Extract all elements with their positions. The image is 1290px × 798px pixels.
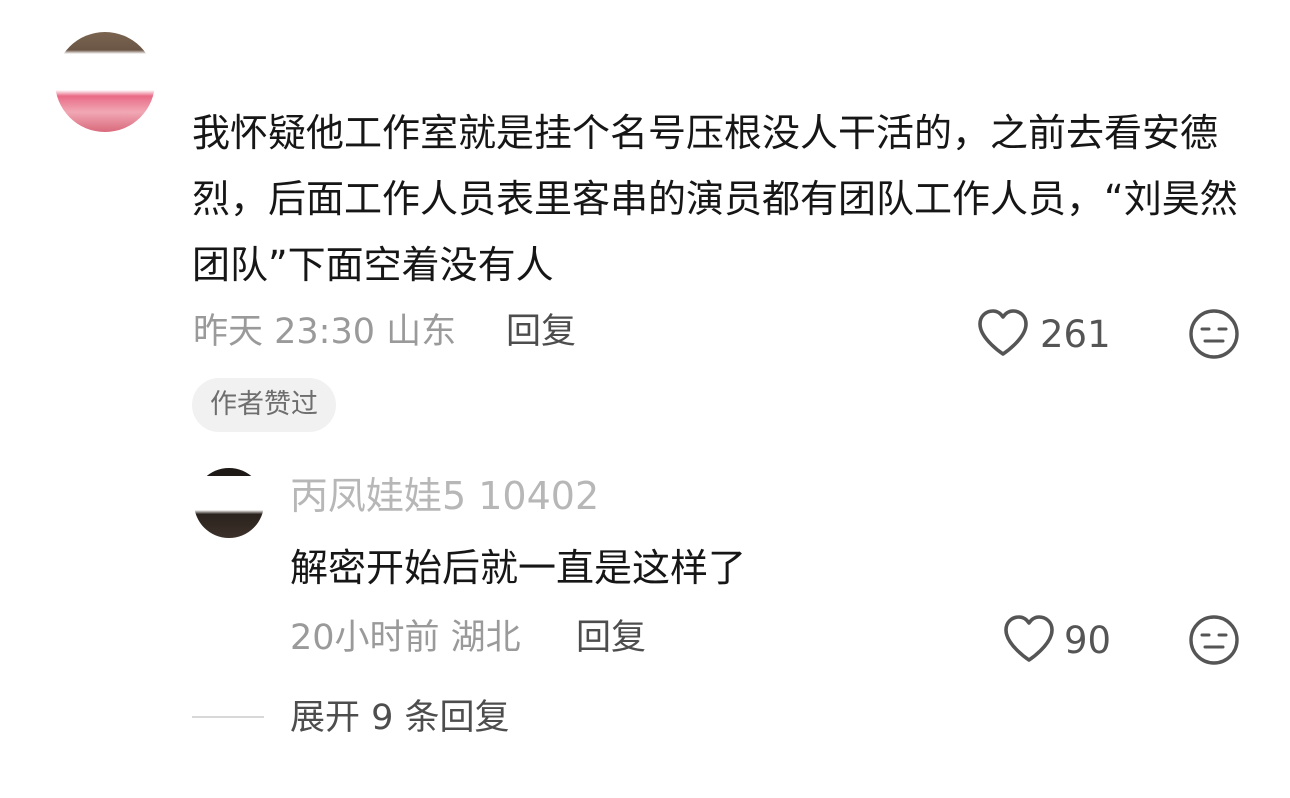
avatar[interactable] <box>55 32 155 132</box>
author-liked-badge: 作者赞过 <box>192 378 336 432</box>
reply-username[interactable]: 丙凤娃娃5 10402 <box>290 476 630 526</box>
expand-replies-button[interactable]: 展开 9 条回复 <box>290 696 510 740</box>
reply-button[interactable]: 回复 <box>576 616 646 660</box>
comment-meta: 昨天 23:30 山东 <box>193 312 457 352</box>
divider <box>192 716 264 718</box>
like-count: 261 <box>1040 313 1111 356</box>
heart-outline-icon[interactable] <box>1002 614 1056 664</box>
neutral-face-icon[interactable] <box>1188 614 1240 670</box>
reply-avatar[interactable] <box>194 468 264 538</box>
reply-meta: 20小时前 湖北 <box>290 618 521 658</box>
reply-button[interactable]: 回复 <box>506 310 576 354</box>
comment-username[interactable] <box>196 66 496 78</box>
comment-text: 我怀疑他工作室就是挂个名号压根没人干活的，之前去看安德烈，后面工作人员表里客串的… <box>192 111 1238 287</box>
like-count: 90 <box>1064 619 1112 662</box>
reply-text: 解密开始后就一直是这样了 <box>290 546 747 590</box>
heart-outline-icon[interactable] <box>976 308 1030 358</box>
neutral-face-icon[interactable] <box>1188 308 1240 364</box>
